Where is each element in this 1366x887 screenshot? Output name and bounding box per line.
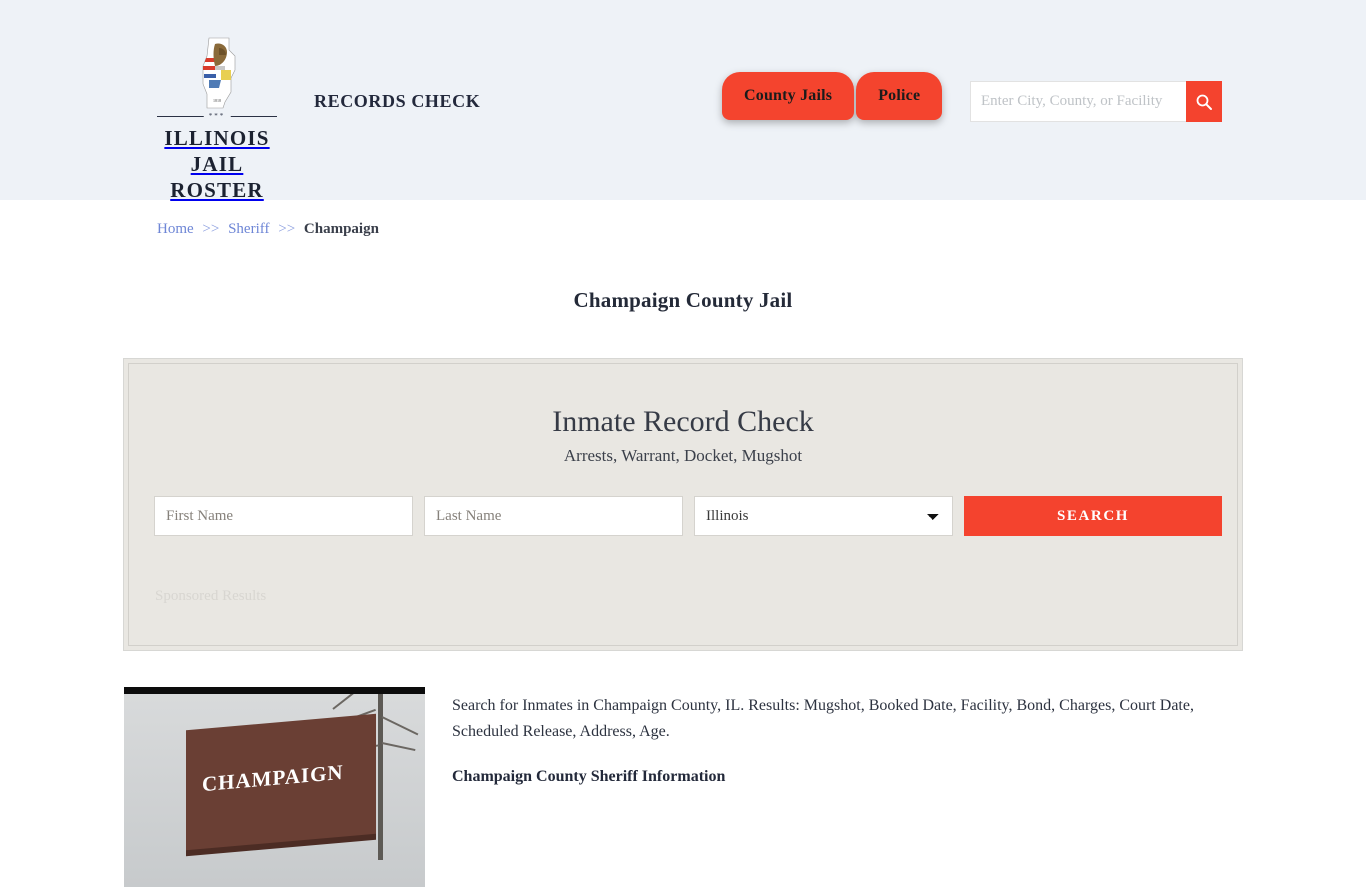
panel-heading: Inmate Record Check xyxy=(552,405,814,438)
site-header: 1818 *** ILLINOIS JAIL ROSTER RECORDS CH… xyxy=(0,0,1366,203)
inmate-record-check-panel: Inmate Record Check Arrests, Warrant, Do… xyxy=(123,358,1243,651)
panel-subheading: Arrests, Warrant, Docket, Mugshot xyxy=(563,446,803,465)
panel-inner: Inmate Record Check Arrests, Warrant, Do… xyxy=(128,363,1238,646)
brand-divider: *** xyxy=(157,112,277,121)
breadcrumb-separator: >> xyxy=(202,221,220,237)
svg-text:1818: 1818 xyxy=(213,98,221,103)
brand-divider-marker: *** xyxy=(203,112,231,121)
site-logo[interactable]: 1818 *** ILLINOIS JAIL ROSTER xyxy=(152,36,282,203)
header-search xyxy=(970,81,1222,122)
inmate-search-form: Illinois SEARCH xyxy=(154,496,1222,536)
page-title: Champaign County Jail xyxy=(573,288,793,313)
header-tagline: RECORDS CHECK xyxy=(314,91,481,111)
header-inner: 1818 *** ILLINOIS JAIL ROSTER RECORDS CH… xyxy=(0,0,1366,203)
breadcrumb-current: Champaign xyxy=(303,221,379,237)
inmate-search-button[interactable]: SEARCH xyxy=(964,496,1222,536)
nav-tab-county-jails[interactable]: County Jails xyxy=(722,72,855,120)
brand-name-line2: JAIL ROSTER xyxy=(170,152,264,202)
state-select[interactable]: Illinois xyxy=(694,496,953,536)
brand-name-line1: ILLINOIS xyxy=(164,126,270,150)
first-name-input[interactable] xyxy=(154,496,413,536)
breadcrumb-link-home[interactable]: Home xyxy=(157,221,194,237)
county-sign-photo: CHAMPAIGN xyxy=(124,687,425,887)
nav-tab-police[interactable]: Police xyxy=(856,72,943,120)
sponsored-results-label: Sponsored Results xyxy=(155,588,267,604)
content-area: CHAMPAIGN Search for Inmates in Champaig… xyxy=(124,687,1244,887)
header-search-button[interactable] xyxy=(1186,81,1222,122)
content-subheading: Champaign County Sheriff Information xyxy=(452,768,726,785)
breadcrumb: Home >> Sheriff >> Champaign xyxy=(157,221,379,238)
illinois-state-outline-flag-icon: 1818 xyxy=(202,37,236,109)
primary-navigation: County Jails Police xyxy=(722,72,943,120)
breadcrumb-link-sheriff[interactable]: Sheriff xyxy=(228,221,269,237)
content-description: Search for Inmates in Champaign County, … xyxy=(452,697,1194,740)
header-search-input[interactable] xyxy=(970,81,1186,122)
breadcrumb-separator: >> xyxy=(278,221,296,237)
search-icon xyxy=(1196,94,1212,110)
content-text-column: Search for Inmates in Champaign County, … xyxy=(452,687,1244,887)
last-name-input[interactable] xyxy=(424,496,683,536)
